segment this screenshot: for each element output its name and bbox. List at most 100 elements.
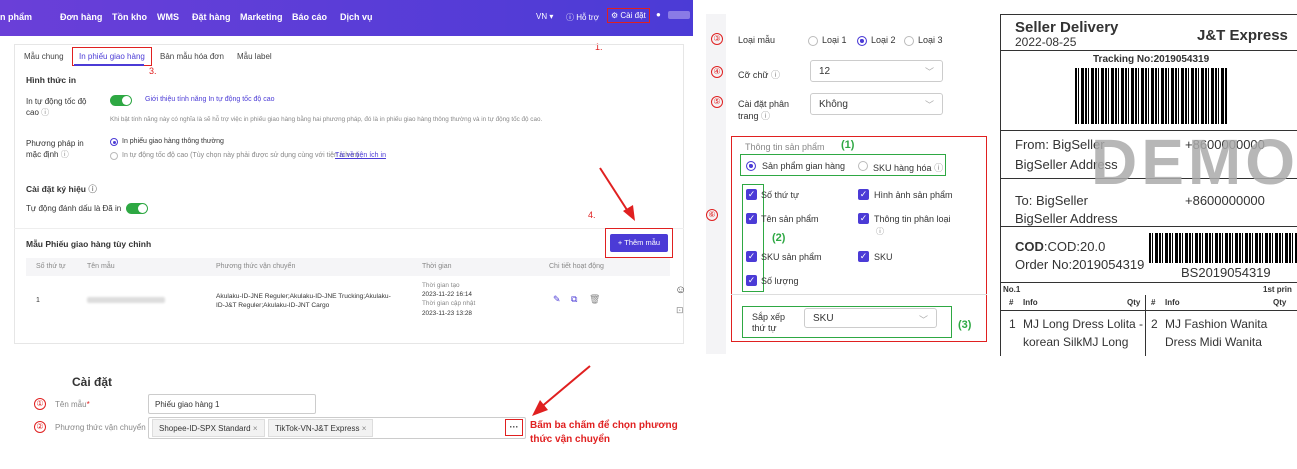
label-to-name: To: BigSeller xyxy=(1015,193,1088,208)
paging-select[interactable]: Không ﹀ xyxy=(810,93,943,115)
template-name-input[interactable]: Phiếu giao hàng 1 xyxy=(148,394,316,414)
user-avatar[interactable]: ● xyxy=(656,10,661,19)
check-product-image-label: Hình ảnh sản phẩm xyxy=(874,190,953,200)
download-plugin-link[interactable]: Tải về tiện ích in xyxy=(335,152,386,159)
nav-item-services[interactable]: Dịch vụ xyxy=(340,12,373,22)
chevron-down-icon: ﹀ xyxy=(924,67,934,77)
side-tool-icon[interactable]: ⊡ xyxy=(676,305,684,316)
sort-select[interactable]: SKU ﹀ xyxy=(804,308,937,328)
settings-button[interactable]: ⚙ Cài đặt xyxy=(607,8,650,23)
type-2-label: Loại 2 xyxy=(871,35,896,45)
marker-6: ⑥ xyxy=(706,209,718,221)
nav-item-inventory[interactable]: Tồn kho xyxy=(112,12,147,22)
edit-icon[interactable]: ✎ xyxy=(553,294,561,305)
marker-1: ① xyxy=(34,398,46,410)
close-icon[interactable]: × xyxy=(253,424,258,433)
symbol-heading: Cài đặt ký hiệu ⓘ xyxy=(26,184,97,194)
shipping-tag-1: Shopee-ID-SPX Standard × xyxy=(152,419,265,437)
tab-invoice-template[interactable]: Bản mẫu hóa đơn xyxy=(160,52,224,61)
check-product-sku[interactable]: ✓ xyxy=(746,251,757,262)
info-icon: ⓘ xyxy=(60,150,69,159)
item-2-line1: MJ Fashion Wanita xyxy=(1165,317,1268,331)
info-icon: ⓘ xyxy=(770,70,780,80)
copy-icon[interactable]: ⧉ xyxy=(571,294,577,305)
source-shop-radio[interactable] xyxy=(746,161,756,171)
shipping-method-label: Phương thức vận chuyển xyxy=(55,423,146,432)
close-icon[interactable]: × xyxy=(362,424,367,433)
default-method-label: Phương pháp in mặc định ⓘ xyxy=(26,139,84,159)
check-sku[interactable]: ✓ xyxy=(858,251,869,262)
row-name-blurred xyxy=(87,297,165,303)
check-product-name[interactable]: ✓ xyxy=(746,213,757,224)
nav-item-products[interactable]: n phẩm xyxy=(0,12,32,22)
arrow-to-more-button xyxy=(532,365,591,416)
source-sku-radio[interactable] xyxy=(858,161,868,171)
delete-icon[interactable]: 🗑 xyxy=(589,294,600,305)
check-product-image[interactable]: ✓ xyxy=(858,189,869,200)
nav-item-purchase[interactable]: Đặt hàng xyxy=(192,12,231,22)
label-col-qty: Qty xyxy=(1127,298,1141,307)
shipping-tag-2: TikTok-VN-J&T Express × xyxy=(268,419,374,437)
group-2-marker: (2) xyxy=(772,232,786,244)
nav-item-wms[interactable]: WMS xyxy=(157,12,179,22)
check-index[interactable]: ✓ xyxy=(746,189,757,200)
info-icon: ⓘ xyxy=(934,163,944,173)
check-quantity-label: Số lượng xyxy=(761,276,799,286)
add-template-button[interactable]: + Thêm mẫu xyxy=(610,234,668,252)
method-normal-label: In phiếu giao hàng thông thường xyxy=(122,138,224,145)
method-auto-radio[interactable] xyxy=(110,152,118,160)
top-navigation-bar: n phẩm Đơn hàng Tồn kho WMS Đặt hàng Mar… xyxy=(0,0,693,36)
type-1-radio[interactable] xyxy=(808,36,818,46)
auto-mark-label: Tự động đánh dấu là Đã in xyxy=(26,204,122,213)
method-normal-radio[interactable] xyxy=(110,138,118,146)
hint-line-2: thức vận chuyển xyxy=(530,434,611,445)
item-1-no: 1 xyxy=(1009,317,1016,331)
label-col-no: # xyxy=(1009,298,1014,307)
nav-item-orders[interactable]: Đơn hàng xyxy=(60,12,102,22)
template-name-label: Tên mẫu* xyxy=(55,400,90,409)
label-page-no: No.1 xyxy=(1003,285,1021,294)
label-header: Seller Delivery 2022-08-25 J&T Express xyxy=(1001,15,1297,51)
paging-label: Cài đặt phân trang ⓘ xyxy=(738,99,790,121)
row-shipping-line1: Akulaku-ID-JNE Reguler;Akulaku-ID-JNE Tr… xyxy=(216,293,391,300)
nav-item-reports[interactable]: Báo cáo xyxy=(292,12,327,22)
auto-print-intro-link[interactable]: Giới thiệu tính năng In tự động tốc độ c… xyxy=(145,96,275,103)
type-3-label: Loại 3 xyxy=(918,35,943,45)
label-cod-amount: COD:COD:20.0 xyxy=(1015,239,1106,254)
group-3-marker: (3) xyxy=(958,319,972,331)
label-to-address: BigSeller Address xyxy=(1015,211,1118,226)
language-select[interactable]: VN ▾ xyxy=(536,12,553,21)
tab-label-template[interactable]: Mẫu label xyxy=(237,52,272,61)
check-variant-info[interactable]: ✓ xyxy=(858,213,869,224)
font-size-select[interactable]: 12 ﹀ xyxy=(810,60,943,82)
chevron-down-icon: ﹀ xyxy=(924,100,934,110)
check-product-name-label: Tên sản phẩm xyxy=(761,214,819,224)
row-created: 2023-11-22 16:14 xyxy=(422,291,472,298)
item-1-line2: korean SilkMJ Long xyxy=(1023,335,1129,349)
help-link[interactable]: ⓘ Hỗ trợ xyxy=(566,12,599,23)
auto-mark-toggle[interactable] xyxy=(126,203,148,214)
active-tab-indicator xyxy=(74,64,144,66)
col-actions: Chi tiết hoạt động xyxy=(549,263,604,270)
item-2-no: 2 xyxy=(1151,317,1158,331)
step-3-marker: 3. xyxy=(149,66,157,76)
check-index-label: Số thứ tự xyxy=(761,190,800,200)
check-quantity[interactable]: ✓ xyxy=(746,275,757,286)
label-order-no: Order No:2019054319 xyxy=(1015,257,1145,272)
label-date: 2022-08-25 xyxy=(1015,35,1077,49)
info-icon: ⓘ xyxy=(761,111,771,121)
label-tracking-no: Tracking No:2019054319 xyxy=(1093,54,1210,65)
info-icon: ⓘ xyxy=(41,108,50,117)
row-created-label: Thời gian tạo xyxy=(422,282,460,289)
auto-print-toggle[interactable] xyxy=(110,95,132,106)
help-icon: ⓘ xyxy=(566,13,574,22)
type-2-radio[interactable] xyxy=(857,36,867,46)
type-3-radio[interactable] xyxy=(904,36,914,46)
row-updated-label: Thời gian cập nhật xyxy=(422,300,476,307)
tab-general-template[interactable]: Mẫu chung xyxy=(24,52,64,61)
label-title: Seller Delivery xyxy=(1015,19,1119,36)
support-avatar-icon[interactable]: ☺ xyxy=(675,284,686,296)
custom-template-heading: Mẫu Phiếu giao hàng tùy chỉnh xyxy=(26,239,152,249)
nav-item-marketing[interactable]: Marketing xyxy=(240,12,283,22)
divider xyxy=(14,228,684,229)
